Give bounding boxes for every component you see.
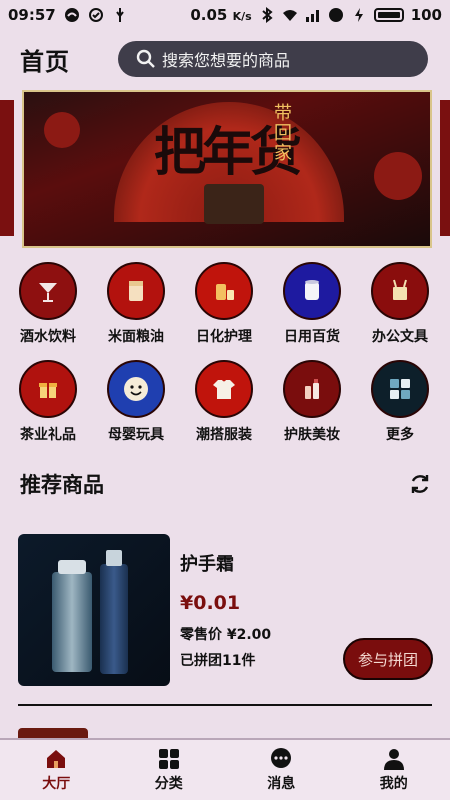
battery-level: 100 <box>410 6 442 24</box>
lantern-decoration <box>44 112 80 148</box>
category-label: 茶业礼品 <box>20 427 76 443</box>
category-more[interactable]: 更多 <box>358 360 442 450</box>
banner-image[interactable]: 把年货 带回家 <box>22 90 432 248</box>
category-toiletries[interactable]: 日化护理 <box>182 262 266 352</box>
signal-icon <box>305 10 319 22</box>
gift-decoration <box>204 184 264 224</box>
category-label: 酒水饮料 <box>20 329 76 345</box>
category-drinks[interactable]: 酒水饮料 <box>6 262 90 352</box>
bottle-decoration <box>100 550 128 674</box>
bottle-decoration <box>52 560 92 672</box>
product-image[interactable] <box>18 534 170 686</box>
cocktail-icon <box>19 262 77 320</box>
banner-carousel[interactable]: 把年货 带回家 <box>0 90 450 248</box>
app-header: 首页 搜索您想要的商品 <box>0 36 450 82</box>
user-icon <box>383 749 404 770</box>
section-title: 推荐商品 <box>20 473 104 497</box>
category-label: 母婴玩具 <box>108 427 164 443</box>
battery-icon <box>373 8 404 22</box>
category-grain-oil[interactable]: 米面粮油 <box>94 262 178 352</box>
alarm-check-icon <box>88 8 103 22</box>
home-icon <box>47 750 66 768</box>
charging-icon <box>354 8 363 22</box>
more-grid-icon <box>371 360 429 418</box>
cosmetics-icon <box>283 360 341 418</box>
product-group-price: ¥0.01 <box>180 592 241 614</box>
tab-label: 我的 <box>379 776 408 792</box>
bottom-tab-bar: 大厅 分类 消息 我的 <box>0 738 450 800</box>
category-label: 日化护理 <box>196 329 252 345</box>
category-label: 潮搭服装 <box>196 427 252 443</box>
message-icon <box>271 748 292 768</box>
search-placeholder: 搜索您想要的商品 <box>162 51 291 70</box>
stationery-icon <box>371 262 429 320</box>
category-stationery[interactable]: 办公文具 <box>358 262 442 352</box>
banner-next-peek <box>440 100 450 236</box>
status-bar: 09:57 0.05 K/s 100 <box>0 0 450 30</box>
category-cosmetics[interactable]: 护肤美妆 <box>270 360 354 450</box>
tab-label: 消息 <box>267 776 296 792</box>
tshirt-icon <box>195 360 253 418</box>
category-label: 日用百货 <box>284 329 340 345</box>
search-input[interactable]: 搜索您想要的商品 <box>118 41 428 77</box>
tab-label: 大厅 <box>42 776 71 792</box>
product-card[interactable]: 护手霜 ¥0.01 零售价 ¥2.00 已拼团11件 参与拼团 <box>18 534 433 688</box>
banner-artwork-stamp: 带回家 <box>274 103 292 164</box>
toiletries-icon <box>195 262 253 320</box>
tab-label: 分类 <box>154 776 183 792</box>
category-grid-icon <box>158 749 179 769</box>
clock: 09:57 <box>8 6 56 24</box>
search-icon <box>136 49 155 68</box>
next-product-peek <box>18 728 88 738</box>
divider <box>18 704 432 706</box>
category-label: 办公文具 <box>372 329 428 345</box>
baby-face-icon <box>107 360 165 418</box>
recommended-section-header: 推荐商品 <box>20 466 432 502</box>
app-notification-icon <box>64 8 79 22</box>
product-retail-price: 零售价 ¥2.00 <box>180 627 272 643</box>
rice-bag-icon <box>107 262 165 320</box>
bluetooth-icon <box>262 7 273 23</box>
wifi-icon <box>282 10 297 21</box>
network-speed: 0.05 K/s <box>190 6 252 24</box>
lantern-decoration <box>374 152 422 200</box>
category-daily-goods[interactable]: 日用百货 <box>270 262 354 352</box>
tab-messages[interactable]: 消息 <box>225 740 338 800</box>
banner-prev-peek <box>0 100 14 236</box>
tissue-roll-icon <box>283 262 341 320</box>
category-fashion[interactable]: 潮搭服装 <box>182 360 266 450</box>
product-name: 护手霜 <box>180 554 234 575</box>
category-tea-gifts[interactable]: 茶业礼品 <box>6 360 90 450</box>
page-title: 首页 <box>20 47 70 76</box>
category-label: 更多 <box>386 427 414 443</box>
tab-profile[interactable]: 我的 <box>338 740 450 800</box>
refresh-icon[interactable] <box>408 472 432 496</box>
tab-category[interactable]: 分类 <box>113 740 226 800</box>
usb-icon <box>115 8 124 22</box>
chat-bubble-icon <box>328 8 343 22</box>
tab-home[interactable]: 大厅 <box>0 740 113 800</box>
product-group-count: 已拼团11件 <box>180 653 256 669</box>
gift-box-icon <box>19 360 77 418</box>
category-label: 米面粮油 <box>108 329 164 345</box>
category-baby-toys[interactable]: 母婴玩具 <box>94 360 178 450</box>
category-label: 护肤美妆 <box>284 427 340 443</box>
join-group-button[interactable]: 参与拼团 <box>343 638 433 680</box>
